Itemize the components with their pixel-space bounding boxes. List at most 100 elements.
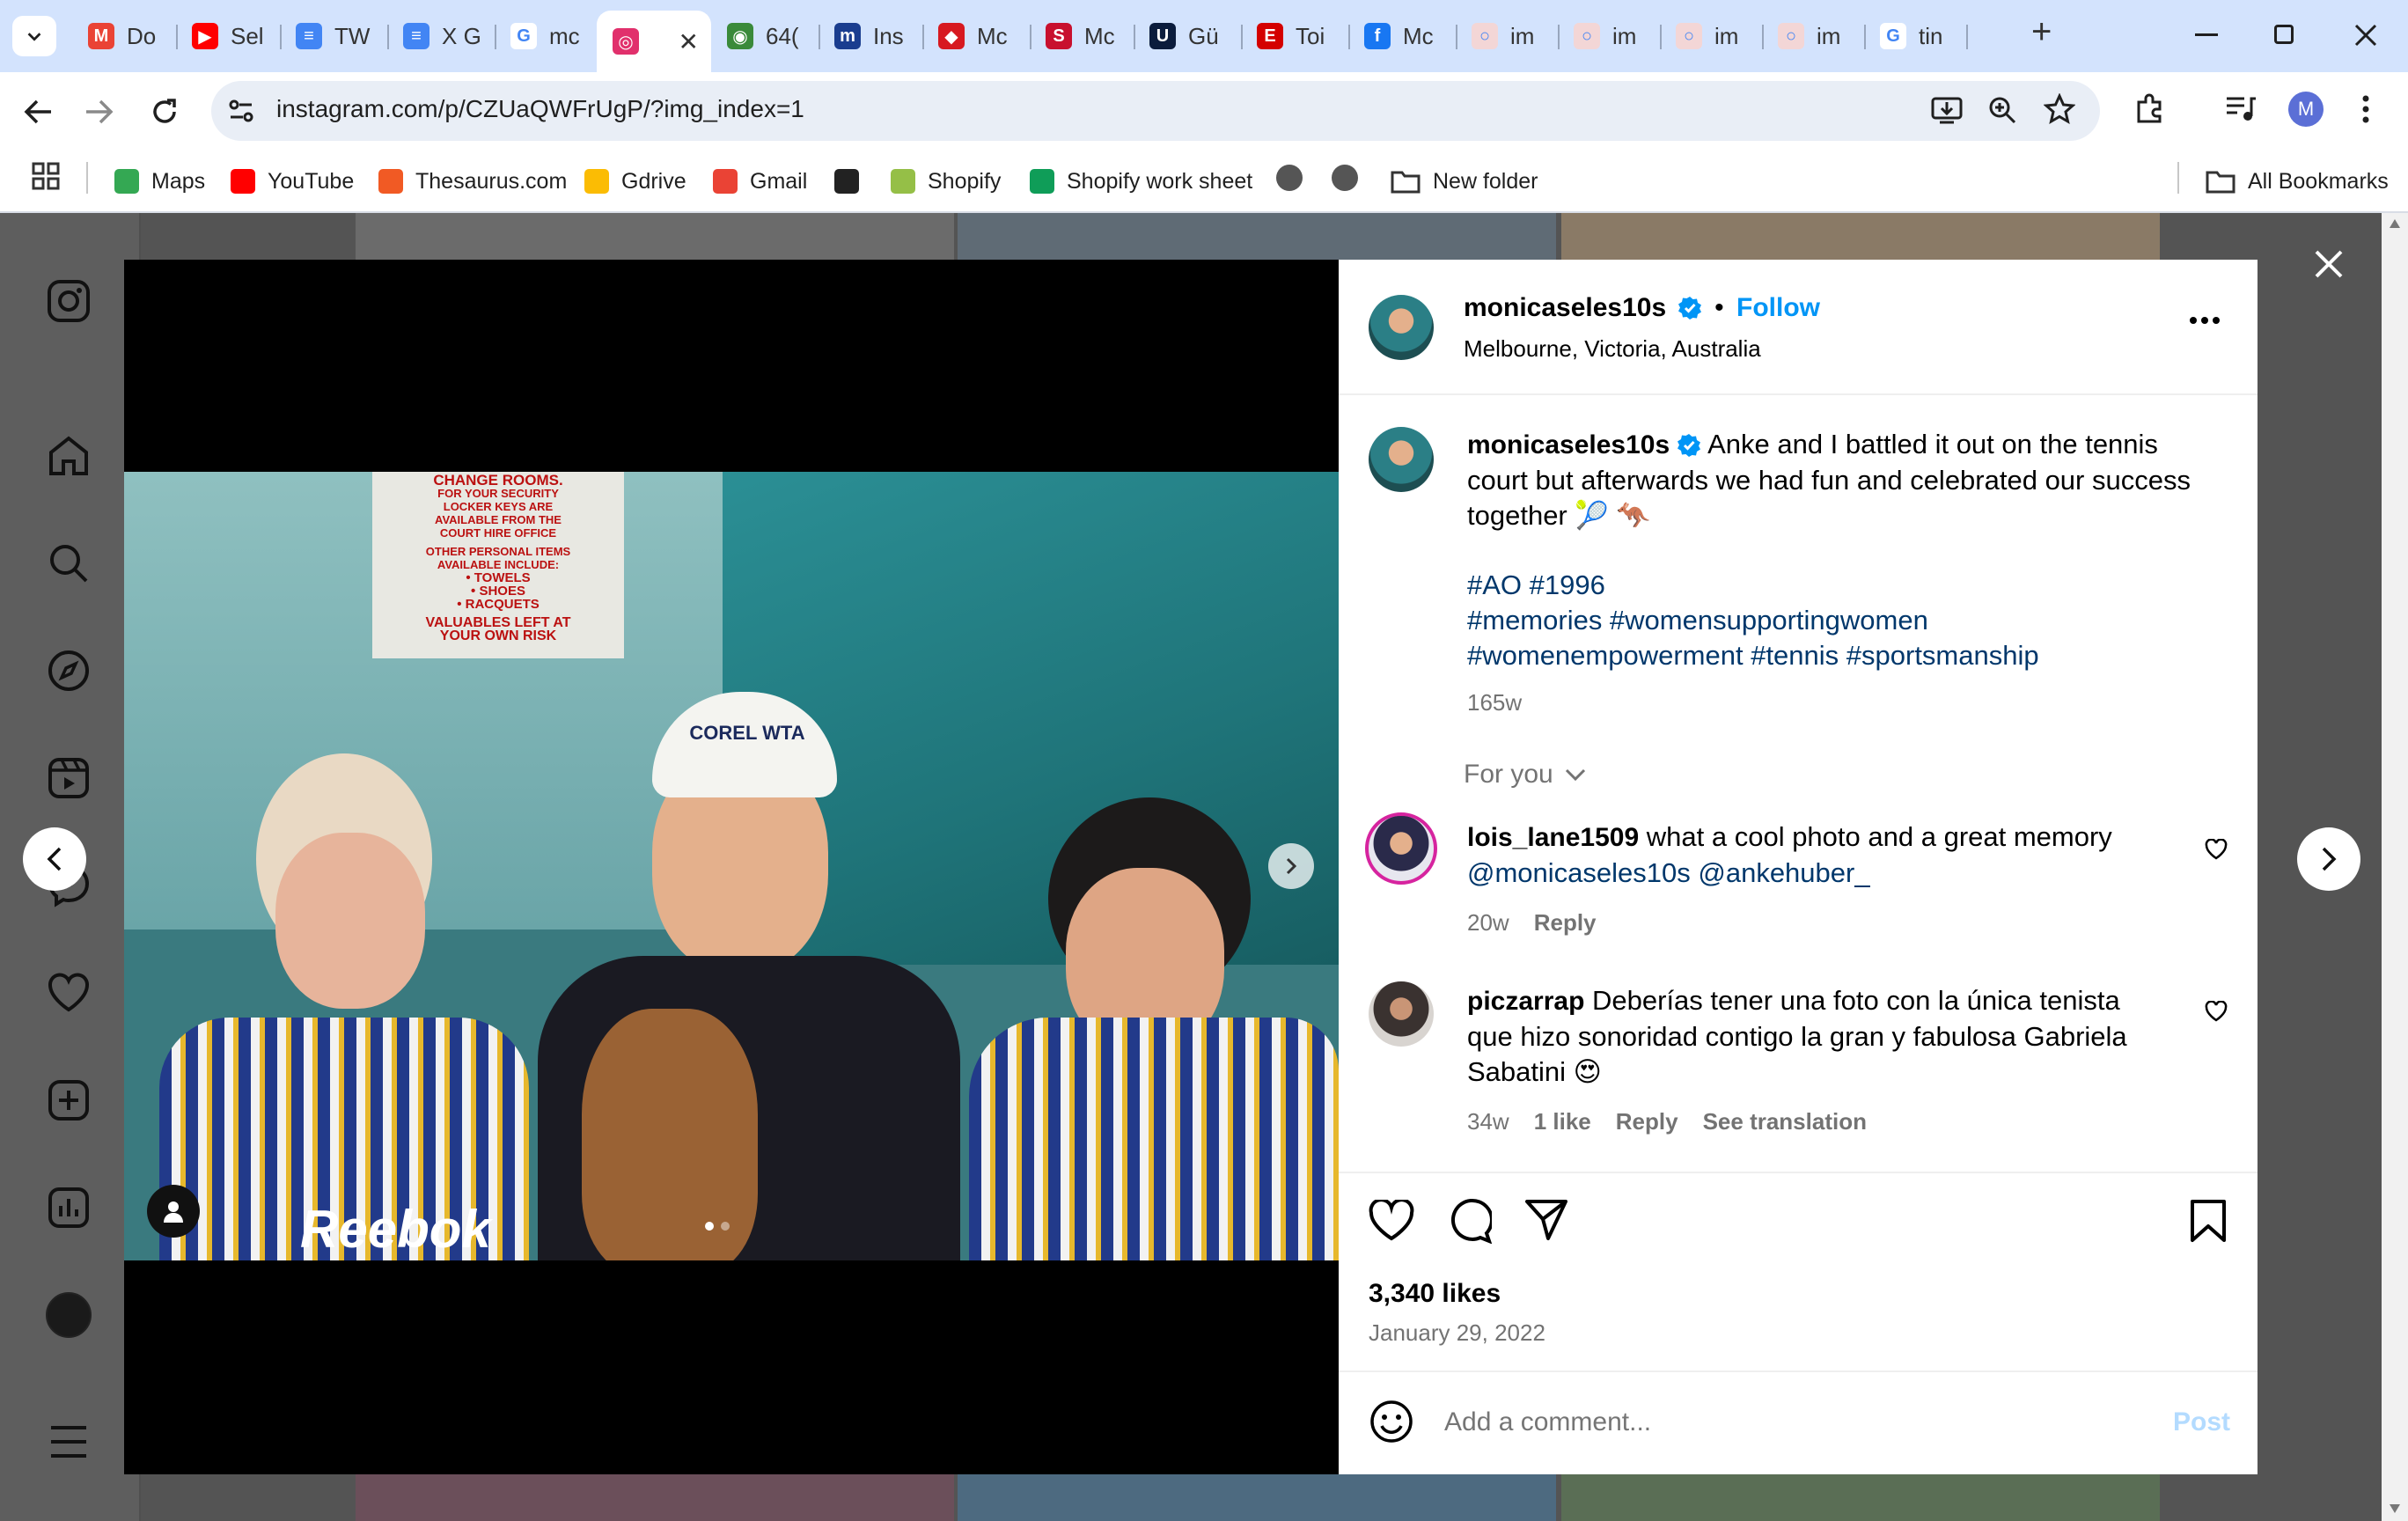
dashboard-icon[interactable] — [46, 1185, 92, 1231]
browser-tab[interactable]: ◎ ✕ — [597, 11, 711, 72]
browser-tab[interactable]: E Toi — [1241, 12, 1348, 60]
tagged-users-button[interactable] — [147, 1185, 200, 1238]
create-icon[interactable] — [46, 1077, 92, 1123]
globe-bookmark-2[interactable] — [1332, 165, 1358, 191]
browser-tab[interactable]: Gmc — [495, 12, 597, 60]
browser-tab[interactable]: ▶ Sel — [176, 12, 280, 60]
browser-tab[interactable]: f Mc — [1348, 12, 1456, 60]
reload-icon[interactable] — [150, 97, 180, 127]
explore-icon[interactable] — [46, 648, 92, 694]
browser-tab[interactable]: m Ins — [819, 12, 922, 60]
comment-like-icon[interactable] — [2205, 1001, 2228, 1022]
browser-tab[interactable]: ○ im — [1558, 12, 1660, 60]
comment-avatar[interactable] — [1369, 981, 1434, 1047]
close-tab-icon[interactable]: ✕ — [679, 27, 699, 56]
browser-tab[interactable]: ≡ TW — [280, 12, 387, 60]
more-hamburger-icon[interactable] — [46, 1419, 92, 1465]
new-tab-button[interactable]: + — [2031, 12, 2052, 52]
browser-tab[interactable]: ≡ X G — [387, 12, 495, 60]
bookmark-item[interactable]: Gmail — [713, 162, 807, 201]
comments-sort-dropdown[interactable]: For you — [1464, 760, 1587, 790]
follow-button[interactable]: Follow — [1736, 293, 1820, 322]
bookmark-item[interactable]: YouTube — [231, 162, 354, 201]
search-icon[interactable] — [46, 540, 92, 586]
zoom-icon[interactable] — [1987, 95, 2017, 125]
hashtags-line-3[interactable]: #womenempowerment #tennis #sportsmanship — [1467, 638, 2039, 673]
hashtags-line-2[interactable]: #memories #womensupportingwomen — [1467, 603, 1928, 638]
comment-bubble-icon[interactable] — [1446, 1198, 1492, 1244]
browser-tab[interactable]: ◆ Mc — [922, 12, 1030, 60]
post-comment-button[interactable]: Post — [2173, 1407, 2230, 1437]
back-icon[interactable] — [23, 99, 53, 125]
post-caption: monicaseles10s Anke and I battled it out… — [1467, 427, 2215, 533]
more-options-icon[interactable] — [2189, 316, 2221, 325]
tab-search-button[interactable] — [12, 16, 56, 56]
caption-avatar[interactable] — [1369, 427, 1434, 492]
author-avatar[interactable] — [1369, 295, 1434, 360]
comment-likes[interactable]: 1 like — [1534, 1108, 1591, 1135]
instagram-logo-icon[interactable] — [46, 278, 92, 324]
url-text[interactable]: instagram.com/p/CZUaQWFrUgP/?img_index=1 — [276, 95, 804, 123]
browser-tab[interactable]: S Mc — [1030, 12, 1134, 60]
comment-reply-button[interactable]: Reply — [1616, 1108, 1678, 1135]
profile-avatar[interactable]: M — [2288, 92, 2324, 127]
scroll-up-arrow-icon[interactable] — [2389, 218, 2401, 229]
next-post-button[interactable] — [2297, 827, 2360, 891]
bookmark-item[interactable]: Gdrive — [584, 162, 686, 201]
post-location[interactable]: Melbourne, Victoria, Australia — [1464, 335, 1761, 363]
bookmark-item[interactable]: Maps — [114, 162, 205, 201]
browser-tab[interactable]: ◉ 64( — [711, 12, 819, 60]
more-menu-icon[interactable] — [2360, 93, 2371, 125]
restore-button[interactable] — [2274, 25, 2294, 44]
comment-username[interactable]: piczarrap — [1467, 987, 1584, 1016]
previous-post-button[interactable] — [23, 827, 86, 891]
scroll-down-arrow-icon[interactable] — [2389, 1503, 2401, 1514]
sign-line: FOR YOUR SECURITY — [437, 487, 559, 500]
notifications-heart-icon[interactable] — [46, 970, 92, 1016]
comment-mentions[interactable]: @monicaseles10s @ankehuber_ — [1467, 857, 1870, 888]
tab-title: Toi — [1296, 22, 1325, 49]
browser-tab[interactable]: U Gü — [1134, 12, 1241, 60]
globe-bookmark-1[interactable] — [1276, 165, 1303, 191]
photo-next-button[interactable] — [1268, 843, 1314, 889]
browser-tab[interactable]: Gtin — [1864, 12, 1966, 60]
add-comment-input[interactable] — [1444, 1400, 2078, 1444]
browser-tab[interactable]: M Do — [72, 12, 176, 60]
bookmark-item[interactable]: Thesaurus.com — [378, 162, 567, 201]
profile-avatar-nav[interactable] — [46, 1292, 92, 1338]
hashtags-line-1[interactable]: #AO #1996 — [1467, 568, 1605, 603]
browser-tab[interactable]: ○ im — [1660, 12, 1762, 60]
media-controls-icon[interactable] — [2225, 95, 2257, 123]
bookmark-star-icon[interactable] — [2044, 93, 2075, 125]
page-scrollbar[interactable] — [2382, 213, 2408, 1521]
caption-username[interactable]: monicaseles10s — [1467, 430, 1670, 459]
comment-like-icon[interactable] — [2205, 839, 2228, 860]
bookmark-item[interactable] — [834, 162, 871, 201]
install-app-icon[interactable] — [1931, 95, 1963, 125]
browser-tab[interactable]: ○ im — [1762, 12, 1864, 60]
likes-count[interactable]: 3,340 likes — [1369, 1279, 1501, 1309]
reels-icon[interactable] — [46, 755, 92, 801]
comment-username[interactable]: lois_lane1509 — [1467, 823, 1639, 852]
extensions-icon[interactable] — [2133, 93, 2165, 125]
comment-reply-button[interactable]: Reply — [1534, 909, 1597, 937]
minimize-button[interactable] — [2195, 33, 2218, 36]
emoji-icon[interactable] — [1369, 1399, 1414, 1444]
forward-icon[interactable] — [84, 99, 114, 125]
share-send-icon[interactable] — [1523, 1198, 1569, 1242]
bookmark-item[interactable]: Shopify work sheet — [1030, 162, 1252, 201]
see-translation-button[interactable]: See translation — [1703, 1108, 1867, 1135]
close-modal-icon[interactable] — [2313, 248, 2345, 280]
bookmark-item[interactable]: Shopify — [891, 162, 1001, 201]
comment-avatar[interactable] — [1365, 812, 1437, 885]
save-bookmark-icon[interactable] — [2189, 1198, 2228, 1244]
bookmark-new-folder[interactable]: New folder — [1391, 162, 1538, 201]
home-icon[interactable] — [46, 433, 92, 479]
all-bookmarks[interactable]: All Bookmarks — [2206, 162, 2389, 201]
like-heart-icon[interactable] — [1369, 1200, 1414, 1242]
apps-grid-icon[interactable] — [32, 162, 60, 190]
site-settings-icon[interactable] — [227, 97, 255, 125]
close-window-icon[interactable] — [2353, 23, 2378, 48]
author-username[interactable]: monicaseles10s — [1464, 293, 1666, 322]
browser-tab[interactable]: ○ im — [1456, 12, 1558, 60]
